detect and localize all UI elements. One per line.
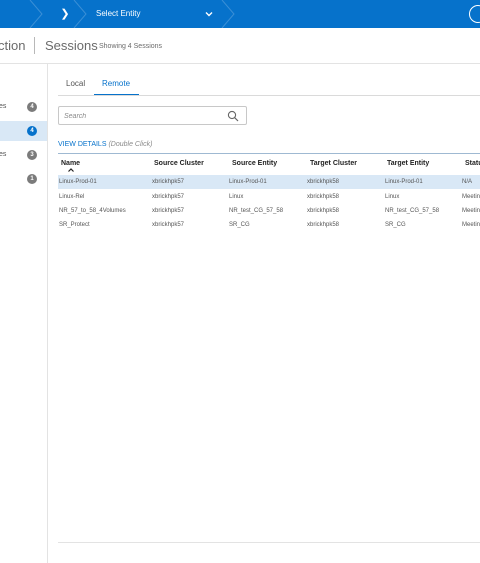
cell-status: Meetin bbox=[462, 208, 480, 214]
column-header-target-cluster[interactable]: Target Cluster bbox=[310, 159, 357, 169]
breadcrumb-separator bbox=[73, 0, 87, 28]
chevron-down-icon[interactable] bbox=[203, 8, 215, 20]
select-entity-dropdown[interactable]: Select Entity bbox=[96, 8, 140, 20]
user-menu-icon[interactable] bbox=[469, 5, 480, 23]
table-header-rule bbox=[58, 153, 480, 154]
cell-source-entity: Linux bbox=[229, 194, 244, 200]
search-icon[interactable] bbox=[227, 110, 239, 122]
page-header: ction Sessions Showing 4 Sessions bbox=[0, 28, 480, 64]
cell-target-entity: Linux bbox=[385, 194, 400, 200]
breadcrumb-chevron-right-icon[interactable]: ❯ bbox=[58, 7, 72, 21]
tab-remote[interactable]: Remote bbox=[102, 79, 130, 89]
cell-target-entity: SR_CG bbox=[385, 222, 406, 228]
nav-item-label: es bbox=[0, 103, 7, 110]
view-details: VIEW DETAILS (Double Click) bbox=[58, 140, 152, 150]
cell-source-entity: SR_CG bbox=[229, 222, 250, 228]
view-details-hint: (Double Click) bbox=[108, 141, 153, 148]
column-header-source-cluster[interactable]: Source Cluster bbox=[154, 159, 204, 169]
cell-target-entity: NR_test_CG_57_58 bbox=[385, 208, 440, 214]
search-box bbox=[58, 106, 247, 125]
cell-source-entity: Linux-Prod-01 bbox=[229, 179, 267, 185]
cell-source-entity: NR_test_CG_57_58 bbox=[229, 208, 284, 214]
table-footer-rule bbox=[58, 542, 480, 543]
cell-name: SR_Protect bbox=[59, 222, 90, 228]
cell-status: Meetin bbox=[462, 194, 480, 200]
tab-divider bbox=[58, 95, 480, 96]
cell-source-cluster: xbrickhpk57 bbox=[152, 194, 185, 200]
cell-source-cluster: xbrickhpk57 bbox=[152, 208, 185, 214]
cell-name: Linux-Prod-01 bbox=[59, 179, 97, 185]
sort-ascending-icon[interactable] bbox=[67, 167, 75, 173]
count-badge: 4 bbox=[27, 126, 37, 136]
title-divider bbox=[34, 37, 35, 54]
nav-item-label: es bbox=[0, 151, 7, 158]
session-count-label: Showing 4 Sessions bbox=[99, 43, 163, 50]
breadcrumb-separator bbox=[29, 0, 43, 28]
cell-name: NR_57_to_58_4Volumes bbox=[59, 208, 126, 214]
table-row[interactable]: Linux-Rel xbrickhpk57 Linux xbrickhpk58 … bbox=[58, 190, 480, 204]
left-navigation: es 4 4 es 3 1 bbox=[0, 64, 48, 563]
column-header-status[interactable]: Statu bbox=[465, 159, 480, 169]
tab-local[interactable]: Local bbox=[66, 79, 85, 89]
nav-item[interactable]: es 3 bbox=[0, 145, 47, 165]
cell-name: Linux-Rel bbox=[59, 194, 85, 200]
cell-target-cluster: xbrickhpk58 bbox=[307, 222, 340, 228]
table-row[interactable]: NR_57_to_58_4Volumes xbrickhpk57 NR_test… bbox=[58, 204, 480, 218]
cell-target-cluster: xbrickhpk58 bbox=[307, 194, 340, 200]
count-badge: 4 bbox=[27, 102, 37, 112]
count-badge: 1 bbox=[27, 174, 37, 184]
column-header-source-entity[interactable]: Source Entity bbox=[232, 159, 277, 169]
cell-target-entity: Linux-Prod-01 bbox=[385, 179, 423, 185]
column-header-target-entity[interactable]: Target Entity bbox=[387, 159, 429, 169]
view-details-link[interactable]: VIEW DETAILS bbox=[58, 141, 107, 148]
table-row-selected[interactable]: Linux-Prod-01 xbrickhpk57 Linux-Prod-01 … bbox=[58, 175, 480, 189]
table-row[interactable]: SR_Protect xbrickhpk57 SR_CG xbrickhpk58… bbox=[58, 218, 480, 232]
nav-item[interactable]: 1 bbox=[0, 169, 47, 189]
nav-item[interactable]: es 4 bbox=[0, 97, 47, 117]
cell-target-cluster: xbrickhpk58 bbox=[307, 179, 340, 185]
search-input[interactable] bbox=[64, 110, 214, 122]
cell-target-cluster: xbrickhpk58 bbox=[307, 208, 340, 214]
nav-item-selected[interactable]: 4 bbox=[0, 121, 47, 141]
cell-status: N/A bbox=[462, 179, 473, 185]
cell-source-cluster: xbrickhpk57 bbox=[152, 179, 185, 185]
section-title: ction bbox=[0, 38, 26, 53]
breadcrumb-separator bbox=[221, 0, 235, 28]
count-badge: 3 bbox=[27, 150, 37, 160]
cell-status: Meetin bbox=[462, 222, 480, 228]
page-title: Sessions bbox=[45, 38, 98, 53]
top-navigation-bar: ❯ Select Entity bbox=[0, 0, 480, 28]
cell-source-cluster: xbrickhpk57 bbox=[152, 222, 185, 228]
